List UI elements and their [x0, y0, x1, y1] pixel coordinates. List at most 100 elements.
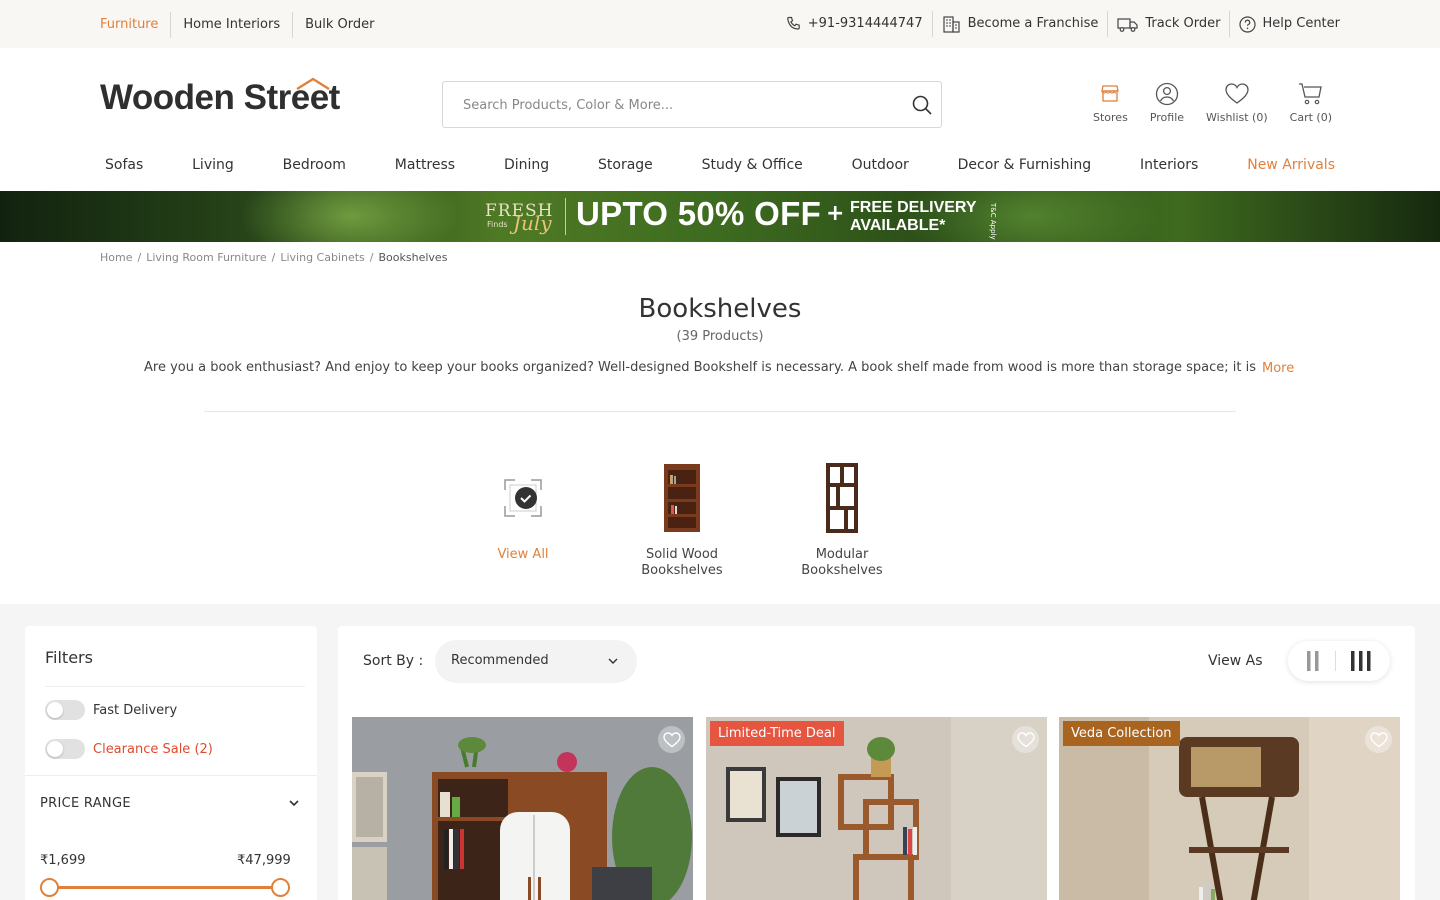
clearance-sale-toggle[interactable] — [45, 739, 85, 759]
category-thumb — [782, 455, 902, 541]
product-card[interactable]: Limited-Time Deal — [706, 717, 1047, 900]
nav-item-storage[interactable]: Storage — [593, 157, 658, 173]
price-min: ₹1,699 — [40, 853, 86, 868]
sort-dropdown[interactable]: Recommended — [435, 640, 637, 683]
category-view-all[interactable]: View All — [463, 455, 583, 563]
help-center-label: Help Center — [1262, 16, 1340, 31]
top-links: Furniture Home Interiors Bulk Order — [100, 12, 386, 38]
search-input[interactable] — [463, 94, 883, 116]
nav-item-living[interactable]: Living — [187, 157, 239, 173]
banner-glow — [240, 191, 460, 242]
cart-icon — [1298, 83, 1322, 105]
two-column-view-icon[interactable] — [1306, 651, 1320, 671]
search-icon[interactable] — [911, 94, 933, 116]
top-link-home-interiors[interactable]: Home Interiors — [170, 12, 292, 38]
wishlist-toggle[interactable] — [1012, 726, 1039, 753]
wishlist-label: Wishlist (0) — [1206, 111, 1268, 124]
price-range-header[interactable]: PRICE RANGE — [40, 796, 131, 811]
category-label: Solid Wood Bookshelves — [641, 547, 723, 578]
banner-offer: UPTO 50% OFF — [576, 195, 822, 232]
cart-label: Cart (0) — [1289, 111, 1332, 124]
category-description: Are you a book enthusiast? And enjoy to … — [144, 360, 1256, 375]
category-thumb — [463, 455, 583, 541]
fast-delivery-toggle[interactable] — [45, 700, 85, 720]
banner-free-line2: AVAILABLE* — [850, 217, 946, 234]
sort-value: Recommended — [451, 653, 549, 668]
store-icon — [1101, 85, 1120, 102]
main-nav: Sofas Living Bedroom Mattress Dining Sto… — [100, 157, 1340, 173]
breadcrumb-separator: / — [137, 251, 142, 264]
view-toggle — [1288, 641, 1390, 681]
banner-tc: T&C Apply — [989, 203, 997, 240]
nav-item-new-arrivals[interactable]: New Arrivals — [1242, 157, 1340, 173]
product-image — [352, 717, 693, 900]
banner-free-line1: FREE DELIVERY — [850, 199, 977, 216]
heart-icon — [1016, 731, 1035, 747]
sort-label: Sort By : — [363, 653, 424, 669]
cart-button[interactable]: Cart (0) — [1290, 82, 1332, 124]
banner-finds: Finds — [487, 220, 508, 229]
stores-button[interactable]: Stores — [1093, 82, 1128, 124]
divider — [204, 411, 1236, 412]
page-title: Bookshelves — [638, 294, 802, 324]
wishlist-button[interactable]: Wishlist (0) — [1206, 82, 1268, 124]
heart-icon — [1225, 83, 1249, 104]
promo-banner[interactable]: FRESH Finds July UPTO 50% OFF + FREE DEL… — [0, 191, 1440, 242]
nav-item-decor-furnishing[interactable]: Decor & Furnishing — [953, 157, 1096, 173]
top-link-bulk-order[interactable]: Bulk Order — [292, 12, 386, 38]
filters-panel: Filters Fast Delivery Clearance Sale (2)… — [25, 626, 317, 900]
price-slider-track[interactable] — [49, 886, 281, 889]
breadcrumb-home[interactable]: Home — [100, 251, 132, 264]
price-slider-max-handle[interactable] — [271, 878, 290, 897]
more-link[interactable]: More — [1262, 361, 1294, 376]
track-order-link[interactable]: Track Order — [1107, 11, 1229, 37]
product-card[interactable]: Veda Collection — [1059, 717, 1400, 900]
nav-item-interiors[interactable]: Interiors — [1135, 157, 1203, 173]
nav-item-outdoor[interactable]: Outdoor — [847, 157, 914, 173]
chevron-down-icon[interactable] — [287, 796, 301, 810]
banner-plus: + — [826, 201, 845, 226]
breadcrumb-living-cabinets[interactable]: Living Cabinets — [280, 251, 364, 264]
breadcrumb: Home / Living Room Furniture / Living Ca… — [100, 251, 447, 264]
profile-button[interactable]: Profile — [1150, 82, 1184, 124]
view-as-label: View As — [1208, 653, 1263, 669]
price-slider-min-handle[interactable] — [40, 878, 59, 897]
nav-item-study-office[interactable]: Study & Office — [697, 157, 808, 173]
header-icons: Stores Profile Wishlist (0) Cart (0) — [1071, 82, 1332, 124]
heart-icon — [1369, 731, 1388, 747]
fast-delivery-filter[interactable]: Fast Delivery — [45, 700, 177, 720]
help-center-link[interactable]: Help Center — [1229, 11, 1340, 37]
wishlist-toggle[interactable] — [1365, 726, 1392, 753]
banner-july: July — [513, 211, 552, 235]
help-icon — [1239, 15, 1257, 33]
filters-title: Filters — [45, 648, 93, 667]
top-link-furniture[interactable]: Furniture — [100, 12, 170, 38]
product-tag: Limited-Time Deal — [710, 721, 844, 746]
fast-delivery-label: Fast Delivery — [93, 702, 178, 718]
product-card[interactable] — [352, 717, 693, 900]
nav-item-sofas[interactable]: Sofas — [100, 157, 148, 173]
search-bar — [442, 81, 942, 128]
building-icon — [943, 16, 960, 33]
truck-icon — [1117, 18, 1138, 32]
wishlist-toggle[interactable] — [658, 726, 685, 753]
breadcrumb-separator: / — [369, 251, 374, 264]
phone-icon — [786, 16, 800, 30]
category-solid-wood[interactable]: Solid Wood Bookshelves — [622, 455, 742, 579]
price-max: ₹47,999 — [237, 853, 291, 868]
view-all-icon — [504, 479, 542, 517]
category-modular[interactable]: Modular Bookshelves — [782, 455, 902, 579]
breadcrumb-living-room[interactable]: Living Room Furniture — [146, 251, 266, 264]
clearance-sale-filter[interactable]: Clearance Sale (2) — [45, 739, 213, 759]
nav-item-mattress[interactable]: Mattress — [390, 157, 460, 173]
phone-link[interactable]: +91-9314444747 — [777, 11, 932, 37]
breadcrumb-separator: / — [271, 251, 276, 264]
nav-item-dining[interactable]: Dining — [499, 157, 554, 173]
nav-item-bedroom[interactable]: Bedroom — [278, 157, 351, 173]
franchise-link[interactable]: Become a Franchise — [931, 11, 1108, 37]
modular-shelf-image — [826, 463, 858, 533]
stores-label: Stores — [1093, 111, 1128, 124]
divider — [1335, 651, 1336, 671]
profile-label: Profile — [1149, 111, 1185, 124]
three-column-view-icon[interactable] — [1350, 651, 1372, 671]
